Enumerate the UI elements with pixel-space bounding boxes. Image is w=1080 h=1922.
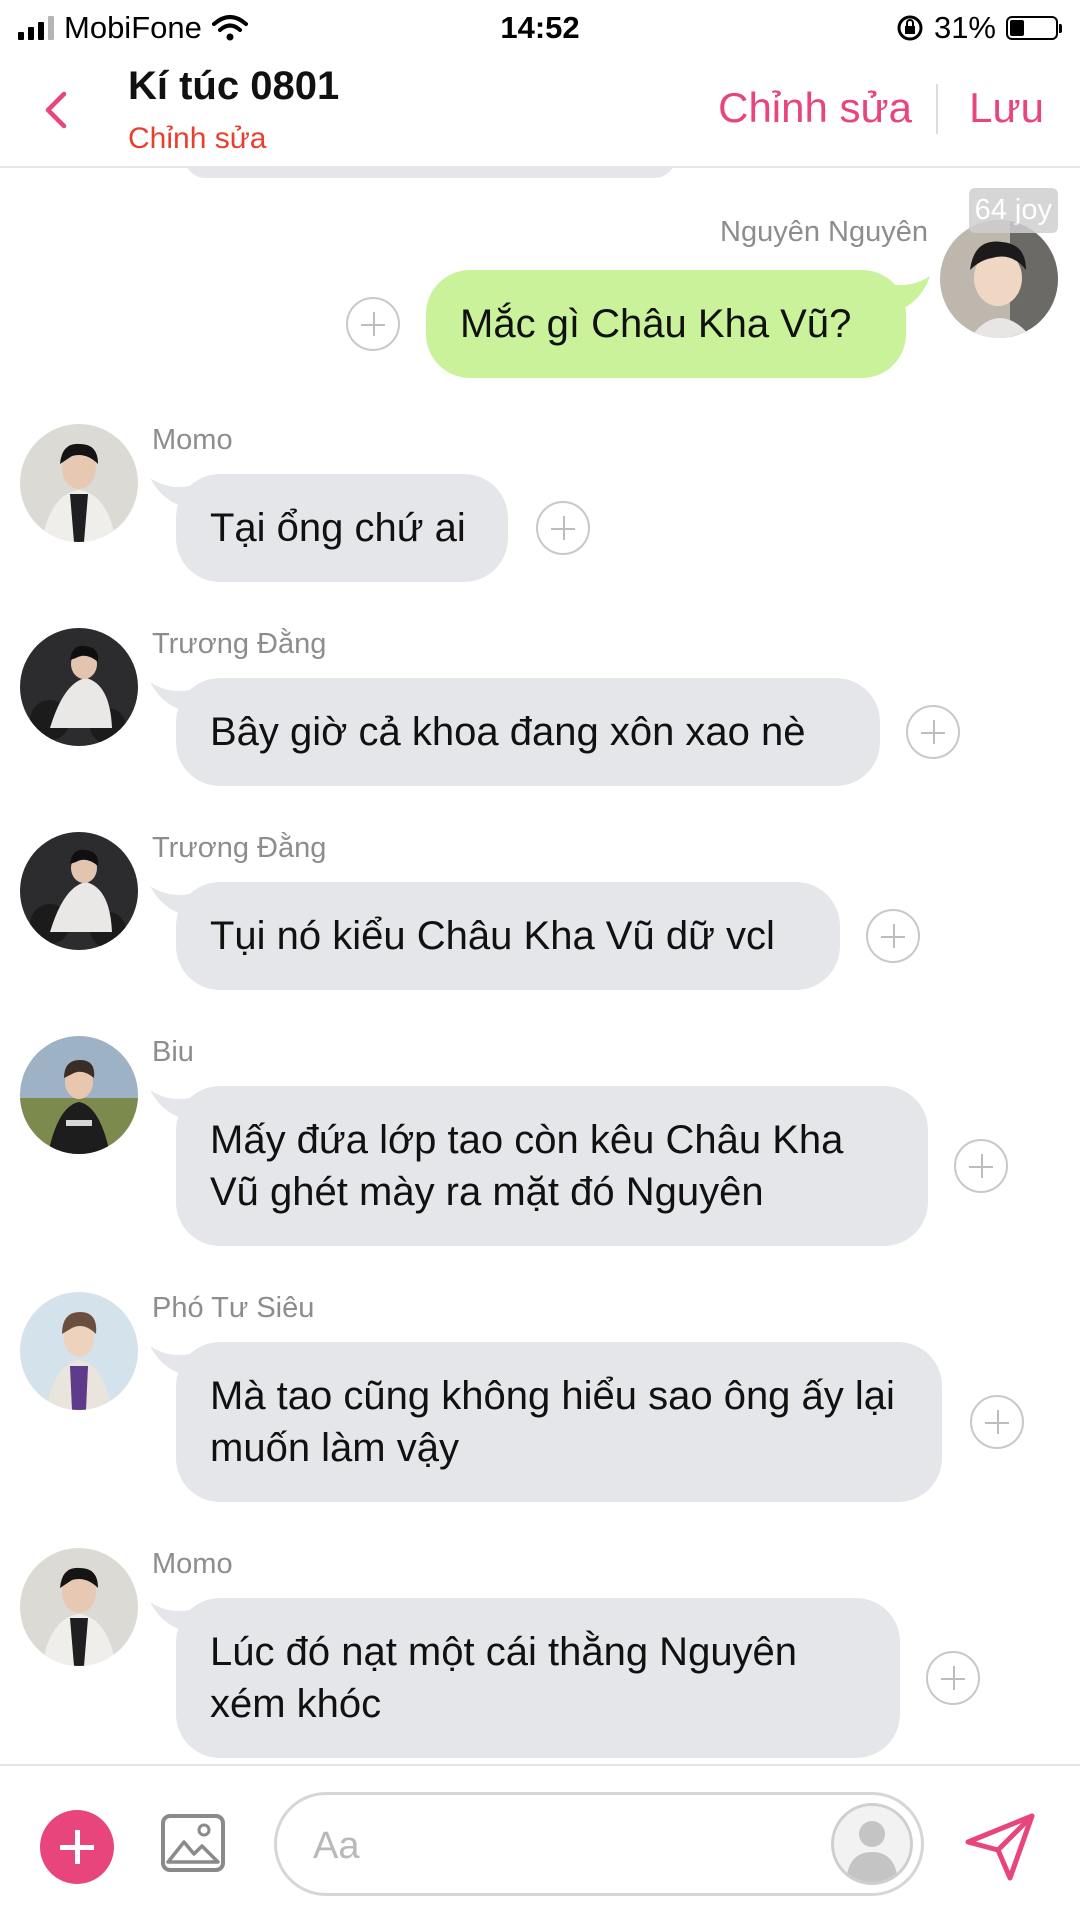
sender-name: Trương Đằng: [152, 832, 327, 864]
battery-icon: [1006, 16, 1062, 40]
send-button[interactable]: [962, 1808, 1038, 1884]
chat-header: Kí túc 0801 Chỉnh sửa Chỉnh sửa Lưu: [0, 56, 1080, 168]
header-divider: [936, 84, 938, 134]
chevron-left-icon: [45, 91, 67, 129]
avatar[interactable]: [20, 1036, 138, 1154]
message-input-wrapper: [274, 1792, 924, 1896]
message-bubble[interactable]: Tụi nó kiểu Châu Kha Vũ dữ vcl: [176, 882, 840, 990]
react-button[interactable]: [906, 705, 960, 759]
persona-button[interactable]: [831, 1803, 913, 1885]
sender-name: Biu: [152, 1036, 194, 1068]
sender-name: Phó Tư Siêu: [152, 1292, 315, 1324]
sender-name: Momo: [152, 424, 233, 456]
back-button[interactable]: [30, 84, 82, 136]
avatar[interactable]: [20, 424, 138, 542]
previous-message-edge: [185, 168, 675, 178]
image-icon: [161, 1814, 225, 1872]
page-title: Kí túc 0801: [128, 64, 340, 108]
message-bubble[interactable]: Mà tao cũng không hiểu sao ông ấy lại mu…: [176, 1342, 942, 1502]
save-button[interactable]: Lưu: [969, 84, 1044, 132]
avatar[interactable]: [20, 1548, 138, 1666]
react-button[interactable]: [926, 1651, 980, 1705]
battery-percent: 31%: [933, 10, 996, 45]
react-button[interactable]: [346, 297, 400, 351]
edit-button[interactable]: Chỉnh sửa: [718, 84, 912, 132]
react-button[interactable]: [866, 909, 920, 963]
send-icon: [965, 1813, 1035, 1881]
react-button[interactable]: [954, 1139, 1008, 1193]
message-bubble[interactable]: Tại ổng chứ ai: [176, 474, 508, 582]
badge: 64 joy: [968, 188, 1058, 233]
sender-name: Nguyên Nguyên: [720, 216, 928, 248]
avatar[interactable]: [20, 832, 138, 950]
image-button[interactable]: [160, 1810, 226, 1876]
status-bar: MobiFone 14:52 31%: [0, 0, 1080, 56]
message-input[interactable]: [311, 1815, 795, 1877]
message-bubble[interactable]: Lúc đó nạt một cái thằng Nguyên xém khóc: [176, 1598, 900, 1758]
composer-bar: [0, 1764, 1080, 1922]
sender-name: Momo: [152, 1548, 233, 1580]
message-bubble[interactable]: Mắc gì Châu Kha Vũ?: [426, 270, 906, 378]
page-subtitle[interactable]: Chỉnh sửa: [128, 122, 267, 156]
message-bubble[interactable]: Bây giờ cả khoa đang xôn xao nè: [176, 678, 880, 786]
message-list[interactable]: Nguyên Nguyên 64 joy Mắc gì Châu Kha Vũ?: [0, 168, 1080, 1763]
avatar[interactable]: [20, 1292, 138, 1410]
person-icon: [846, 1821, 898, 1882]
add-button[interactable]: [40, 1810, 114, 1884]
sender-name: Trương Đằng: [152, 628, 327, 660]
avatar[interactable]: [20, 628, 138, 746]
orientation-lock-icon: [897, 15, 923, 41]
react-button[interactable]: [970, 1395, 1024, 1449]
message-bubble[interactable]: Mấy đứa lớp tao còn kêu Châu Kha Vũ ghét…: [176, 1086, 928, 1246]
avatar[interactable]: [940, 220, 1058, 338]
react-button[interactable]: [536, 501, 590, 555]
